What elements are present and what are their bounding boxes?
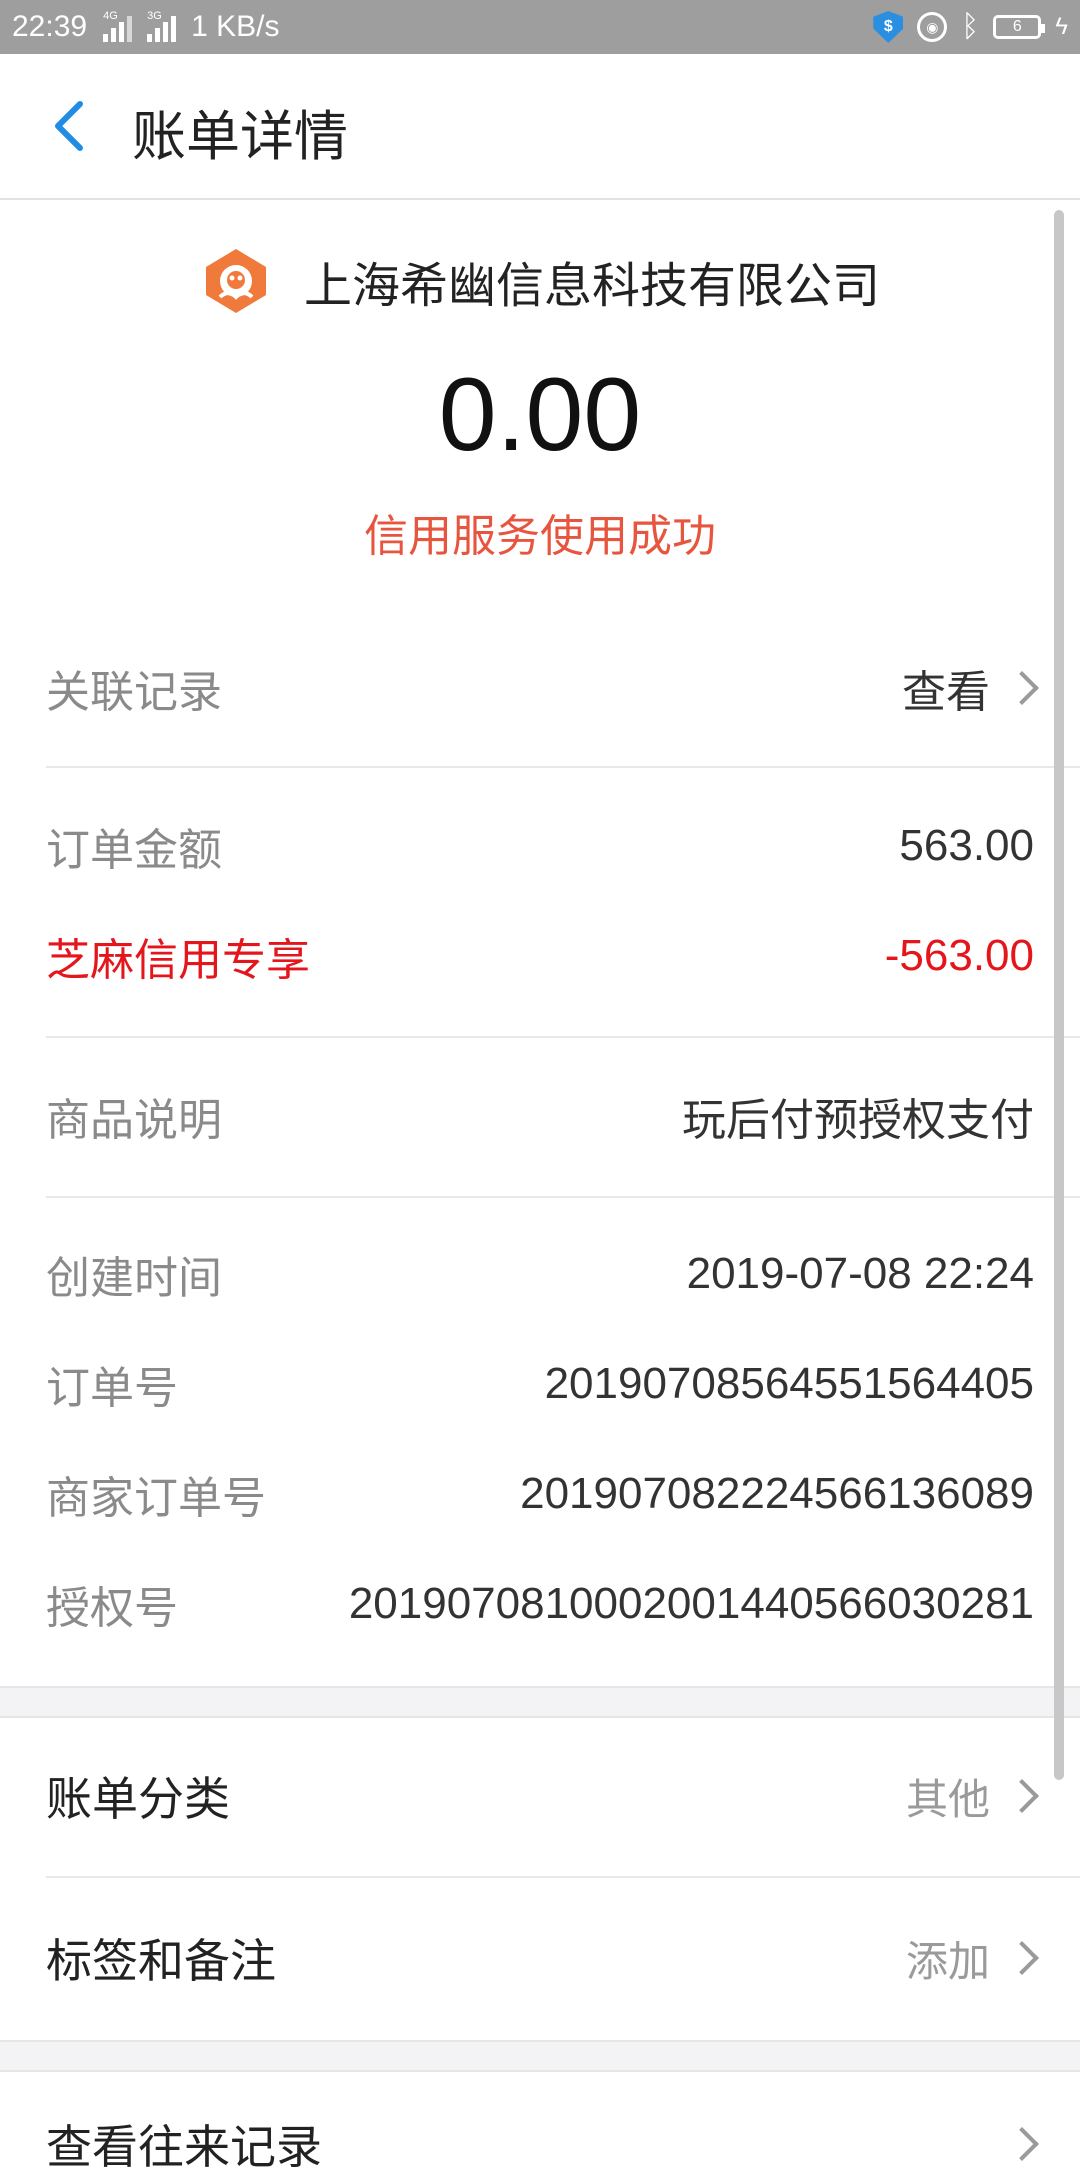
auth-number-value[interactable]: 2019070810002001440566030281 — [349, 1579, 1034, 1629]
view-history-label: 查看往来记录 — [46, 2120, 322, 2174]
order-amount-row: 订单金额 563.00 — [46, 806, 1034, 886]
discount-row: 芝麻信用专享 -563.00 — [46, 916, 1034, 996]
auth-number-row: 授权号 2019070810002001440566030281 — [46, 1564, 1034, 1644]
related-record-row[interactable]: 关联记录 查看 — [46, 648, 1039, 728]
section-gap — [0, 1686, 1080, 1718]
merchant-name: 上海希幽信息科技有限公司 — [303, 258, 880, 314]
product-value: 玩后付预授权支付 — [682, 1095, 1034, 1146]
nav-bar: 账单详情 — [0, 54, 1080, 200]
order-amount-value: 563.00 — [899, 821, 1034, 870]
view-link[interactable]: 查看 — [902, 656, 990, 720]
signal-icon: 4G — [103, 10, 135, 42]
created-time-row: 创建时间 2019-07-08 22:24 — [46, 1234, 1034, 1314]
order-number-row: 订单号 20190708564551564405 — [46, 1344, 1034, 1424]
status-bar: 22:39 4G 3G 1 KB/s $ ◉ ᛒ 6 ϟ — [0, 0, 1080, 54]
charging-icon: ϟ — [1055, 13, 1068, 40]
divider — [46, 1036, 1080, 1038]
divider — [46, 1196, 1080, 1198]
signal-icon: 3G — [147, 10, 179, 42]
chevron-right-icon — [1005, 2127, 1039, 2161]
rotation-lock-icon: ◉ — [917, 12, 948, 42]
merchant-order-number-row: 商家订单号 201907082224566136089 — [46, 1454, 1034, 1534]
merchant-logo-icon — [205, 249, 266, 313]
tags-notes-row[interactable]: 标签和备注 添加 — [46, 1918, 1039, 1998]
discount-value: -563.00 — [884, 931, 1034, 980]
tags-notes-label: 标签和备注 — [46, 1934, 276, 1988]
bluetooth-icon: ᛒ — [961, 10, 980, 43]
network-speed: 1 KB/s — [191, 10, 280, 43]
section-gap — [0, 2040, 1080, 2072]
merchant-header: 上海希幽信息科技有限公司 — [0, 246, 1080, 316]
status-time: 22:39 — [12, 10, 88, 43]
chevron-right-icon — [1005, 671, 1039, 705]
bill-category-value: 其他 — [905, 1774, 990, 1824]
merchant-order-number-label: 商家订单号 — [46, 1473, 266, 1524]
discount-label: 芝麻信用专享 — [46, 935, 310, 986]
battery-icon: 6 — [993, 15, 1046, 39]
divider — [46, 1876, 1080, 1878]
merchant-order-number-value[interactable]: 201907082224566136089 — [520, 1469, 1034, 1519]
view-history-row[interactable]: 查看往来记录 — [46, 2104, 1039, 2184]
created-time-value: 2019-07-08 22:24 — [686, 1249, 1034, 1298]
battery-level: 6 — [1012, 18, 1022, 35]
divider — [46, 766, 1080, 768]
bill-category-row[interactable]: 账单分类 其他 — [46, 1756, 1039, 1836]
created-time-label: 创建时间 — [46, 1253, 222, 1304]
back-arrow-icon[interactable] — [44, 98, 100, 154]
bill-amount: 0.00 — [438, 357, 642, 473]
scrollbar[interactable] — [1054, 210, 1064, 1780]
chevron-right-icon — [1005, 1779, 1039, 1813]
auth-number-label: 授权号 — [46, 1583, 178, 1634]
product-row: 商品说明 玩后付预授权支付 — [46, 1076, 1034, 1156]
transaction-status: 信用服务使用成功 — [364, 511, 716, 562]
related-record-label: 关联记录 — [46, 667, 222, 718]
product-label: 商品说明 — [46, 1095, 222, 1146]
chevron-right-icon — [1005, 1941, 1039, 1975]
order-amount-label: 订单金额 — [46, 825, 222, 876]
signal-network-label: 3G — [147, 10, 162, 22]
add-tag-link: 添加 — [905, 1936, 990, 1986]
order-number-value[interactable]: 20190708564551564405 — [545, 1359, 1034, 1409]
bill-category-label: 账单分类 — [46, 1772, 230, 1826]
page-title: 账单详情 — [132, 105, 348, 168]
security-shield-icon: $ — [873, 11, 904, 43]
signal-network-label: 4G — [103, 10, 118, 22]
order-number-label: 订单号 — [46, 1363, 178, 1414]
